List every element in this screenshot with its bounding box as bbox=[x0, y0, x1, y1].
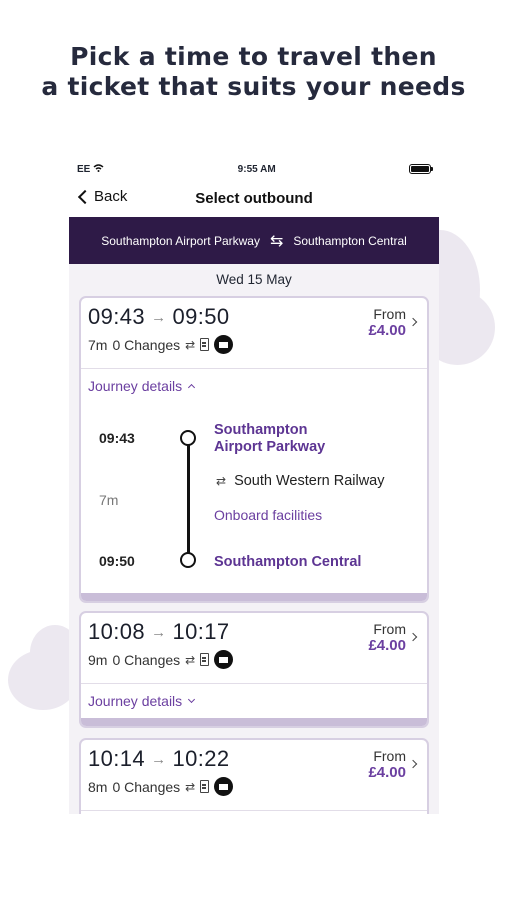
duration: 9m bbox=[88, 651, 108, 668]
operator-name: South Western Railway bbox=[234, 473, 385, 489]
navigation-bar: Back Select outbound bbox=[69, 180, 439, 217]
national-rail-icon: ⇄ bbox=[185, 779, 196, 794]
phone-screen: EE 9:55 AM Back Select outbound Southamp… bbox=[69, 158, 439, 814]
timeline-destination-station[interactable]: Southampton Central bbox=[214, 554, 361, 571]
swap-icon[interactable]: ⇆ bbox=[270, 231, 283, 251]
national-rail-icon: ⇄ bbox=[216, 474, 227, 488]
arrow-right-icon: → bbox=[151, 623, 167, 641]
divider bbox=[81, 683, 427, 684]
card-bottom-bar bbox=[81, 593, 427, 601]
route-destination: Southampton Central bbox=[293, 233, 407, 248]
depart-time: 09:43 bbox=[88, 304, 146, 329]
origin-line-1: Southampton bbox=[214, 422, 308, 438]
national-rail-icon: ⇄ bbox=[185, 652, 196, 667]
operator-logo-icon bbox=[214, 335, 234, 354]
journey-card[interactable]: 10:08 → 10:17 9m 0 Changes ⇄ From £4.00 … bbox=[79, 611, 429, 728]
onboard-facilities-link[interactable]: Onboard facilities bbox=[214, 507, 322, 523]
travel-date: Wed 15 May bbox=[216, 271, 292, 287]
arrive-time: 10:22 bbox=[172, 746, 230, 771]
divider bbox=[81, 810, 427, 811]
status-left: EE bbox=[77, 164, 104, 175]
journey-meta: 8m 0 Changes ⇄ bbox=[88, 777, 234, 796]
promo-headline: Pick a time to travel then a ticket that… bbox=[0, 42, 507, 102]
chevron-down-icon bbox=[188, 695, 196, 704]
price-block[interactable]: From £4.00 bbox=[368, 306, 418, 339]
chevron-up-icon bbox=[188, 383, 196, 392]
timeline-duration: 7m bbox=[99, 492, 119, 508]
changes: 0 Changes bbox=[112, 651, 181, 668]
ticket-icon bbox=[200, 653, 210, 666]
timeline-origin-station[interactable]: Southampton Airport Parkway bbox=[214, 422, 325, 456]
wifi-icon bbox=[93, 163, 104, 175]
journey-details-toggle[interactable]: Journey details bbox=[88, 378, 196, 394]
changes: 0 Changes bbox=[112, 336, 181, 353]
back-label: Back bbox=[94, 188, 128, 205]
journey-details-label: Journey details bbox=[88, 693, 183, 709]
origin-line-2: Airport Parkway bbox=[214, 439, 326, 455]
timeline-depart-time: 09:43 bbox=[99, 430, 135, 446]
journey-details-toggle[interactable]: Journey details bbox=[88, 693, 196, 709]
price-block[interactable]: From £4.00 bbox=[368, 621, 418, 654]
arrive-time: 10:17 bbox=[172, 619, 230, 644]
journey-times: 09:43 → 09:50 bbox=[88, 304, 230, 330]
operator-logo-icon bbox=[214, 777, 234, 796]
timeline-arrive-time: 09:50 bbox=[99, 553, 135, 569]
carrier-label: EE bbox=[77, 163, 91, 175]
route-origin: Southampton Airport Parkway bbox=[101, 233, 260, 248]
journey-meta: 9m 0 Changes ⇄ bbox=[88, 650, 234, 669]
arrive-time: 09:50 bbox=[172, 304, 230, 329]
journey-times: 10:08 → 10:17 bbox=[88, 619, 230, 645]
headline-line-1: Pick a time to travel then bbox=[70, 42, 437, 71]
national-rail-icon: ⇄ bbox=[185, 337, 196, 352]
headline-line-2: a ticket that suits your needs bbox=[41, 72, 466, 101]
timeline-destination-stop bbox=[180, 552, 196, 568]
operator-logo-icon bbox=[214, 650, 234, 669]
battery-icon bbox=[408, 164, 433, 174]
arrow-right-icon: → bbox=[151, 750, 167, 768]
journey-card[interactable]: 10:14 → 10:22 8m 0 Changes ⇄ From £4.00 bbox=[79, 738, 429, 814]
divider bbox=[81, 368, 427, 369]
timeline-operator: ⇄ South Western Railway bbox=[216, 473, 385, 489]
duration: 7m bbox=[88, 336, 108, 353]
ticket-icon bbox=[200, 780, 210, 793]
journey-card[interactable]: 09:43 → 09:50 7m 0 Changes ⇄ From £4.00 … bbox=[79, 296, 429, 603]
page-title: Select outbound bbox=[195, 190, 313, 207]
depart-time: 10:14 bbox=[88, 746, 146, 771]
card-bottom-bar bbox=[81, 718, 427, 726]
arrow-right-icon: → bbox=[151, 308, 167, 326]
chevron-left-icon bbox=[77, 189, 93, 204]
timeline-origin-stop bbox=[180, 430, 196, 446]
journey-times: 10:14 → 10:22 bbox=[88, 746, 230, 772]
status-time: 9:55 AM bbox=[237, 163, 276, 175]
price-block[interactable]: From £4.00 bbox=[368, 748, 418, 781]
duration: 8m bbox=[88, 778, 108, 795]
route-banner: Southampton Airport Parkway ⇆ Southampto… bbox=[69, 217, 439, 264]
status-bar: EE 9:55 AM bbox=[69, 158, 439, 180]
depart-time: 10:08 bbox=[88, 619, 146, 644]
changes: 0 Changes bbox=[112, 778, 181, 795]
journey-meta: 7m 0 Changes ⇄ bbox=[88, 335, 234, 354]
timeline-line bbox=[187, 443, 190, 555]
ticket-icon bbox=[200, 338, 210, 351]
journey-details-label: Journey details bbox=[88, 378, 183, 394]
back-button[interactable]: Back bbox=[77, 188, 128, 205]
